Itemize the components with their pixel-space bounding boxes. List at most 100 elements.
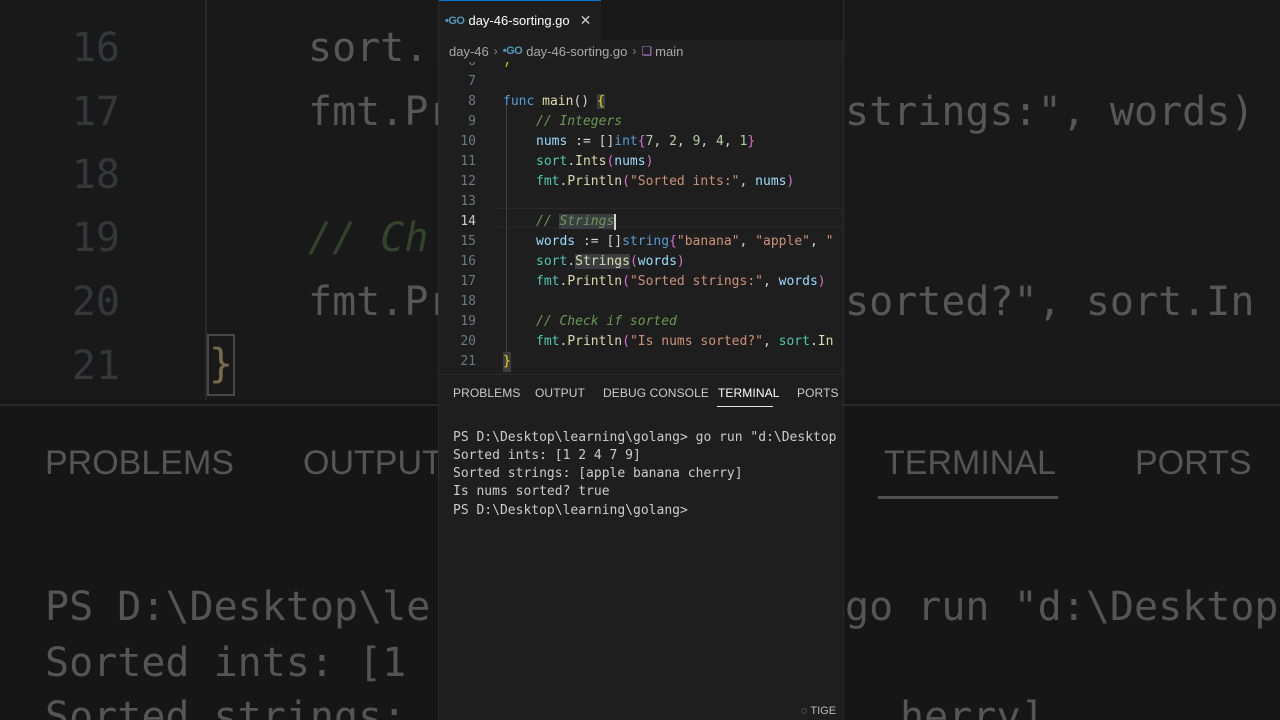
- code-line: 12 fmt.Println("Sorted ints:", nums): [439, 172, 843, 192]
- code-line: 11 sort.Ints(nums): [439, 152, 843, 172]
- tab-terminal[interactable]: TERMINAL: [718, 386, 779, 400]
- breadcrumb-folder[interactable]: day-46: [449, 44, 489, 59]
- line-number: 15: [460, 234, 476, 249]
- code-line: 9 // Integers: [439, 112, 843, 132]
- code-line: 19 // Check if sorted: [439, 312, 843, 332]
- code-line: 7: [439, 72, 843, 92]
- chevron-right-icon: ›: [632, 44, 637, 58]
- editor-tab-label: day-46-sorting.go: [468, 13, 570, 28]
- background-tab-terminal: TERMINAL: [884, 444, 1056, 482]
- background-line-text: fmt.Pr: [308, 89, 453, 135]
- code-line: 6 ): [439, 62, 843, 72]
- code-text: func main() {: [503, 94, 605, 109]
- code-line: 16 sort.Strings(words): [439, 252, 843, 272]
- background-tab-problems: PROBLEMS: [45, 444, 234, 482]
- background-terminal-line: herry]: [900, 694, 1045, 720]
- code-text: }: [503, 352, 511, 372]
- tab-debug-console[interactable]: DEBUG CONSOLE: [603, 386, 709, 400]
- code-line-active: 14 // Strings: [439, 212, 843, 232]
- background-terminal-line: PS D:\Desktop\le: [45, 584, 431, 630]
- code-text: // Integers: [536, 114, 623, 129]
- background-line-text-right: strings:", words): [845, 89, 1255, 135]
- line-number: 10: [460, 134, 476, 149]
- panel-tab-bar: PROBLEMS OUTPUT DEBUG CONSOLE TERMINAL P…: [439, 374, 843, 410]
- line-number: 16: [460, 254, 476, 269]
- code-text: fmt.Println("Sorted ints:", nums): [536, 174, 795, 189]
- code-text: nums := []int{7, 2, 9, 4, 1}: [536, 134, 756, 149]
- terminal-line: PS D:\Desktop\learning\golang> go run "d…: [453, 430, 837, 445]
- code-line: 10 nums := []int{7, 2, 9, 4, 1}: [439, 132, 843, 152]
- text-cursor: [614, 213, 617, 230]
- breadcrumb: day-46 › •GO day-46-sorting.go › ❏ main: [439, 40, 843, 62]
- code-text: fmt.Println("Sorted strings:", words): [536, 274, 826, 289]
- background-line-text: fmt.Pr: [308, 279, 453, 325]
- background-terminal-line: Sorted ints: [1: [45, 640, 407, 686]
- status-dot-icon: ◌: [801, 705, 811, 717]
- breadcrumb-file[interactable]: day-46-sorting.go: [526, 44, 627, 59]
- background-line-number: 16: [71, 25, 120, 71]
- terminal[interactable]: PS D:\Desktop\learning\golang> go run "d…: [439, 410, 843, 704]
- active-tab-underline: [717, 406, 773, 407]
- line-number: 18: [460, 294, 476, 309]
- code-text: // Strings: [536, 213, 617, 230]
- line-number: 9: [468, 114, 476, 129]
- code-line: 18: [439, 292, 843, 312]
- terminal-line: PS D:\Desktop\learning\golang>: [453, 503, 688, 518]
- background-line-number: 18: [71, 152, 120, 198]
- background-line-text-right: sorted?", sort.In: [845, 279, 1255, 325]
- cube-icon: ❏: [641, 44, 653, 58]
- breadcrumb-symbol[interactable]: main: [655, 44, 683, 59]
- background-line-number: 17: [71, 89, 120, 135]
- background-terminal-line: Sorted strings:: [45, 694, 407, 720]
- background-line-number: 19: [71, 215, 120, 261]
- line-number: 11: [460, 154, 476, 169]
- editor-tab-bar: •GO day-46-sorting.go ✕: [439, 0, 843, 40]
- go-file-icon: •GO: [445, 14, 465, 27]
- code-line: 15 words := []string{"banana", "apple", …: [439, 232, 843, 252]
- background-terminal-line: go run "d:\Desktop: [845, 584, 1279, 630]
- code-text: ): [503, 62, 511, 72]
- line-number: 19: [460, 314, 476, 329]
- code-text: fmt.Println("Is nums sorted?", sort.In: [536, 334, 834, 349]
- code-text: // Check if sorted: [536, 314, 677, 329]
- status-bar: ◌ TIGE: [439, 704, 843, 720]
- line-number: 14: [460, 214, 476, 229]
- line-number: 6: [439, 62, 476, 72]
- background-tab-underline: [878, 496, 1058, 499]
- background-brace: }: [207, 334, 235, 396]
- code-line: 20 fmt.Println("Is nums sorted?", sort.I…: [439, 332, 843, 352]
- terminal-line: Sorted ints: [1 2 4 7 9]: [453, 448, 641, 463]
- editor-tab[interactable]: •GO day-46-sorting.go ✕: [439, 0, 601, 40]
- tab-problems[interactable]: PROBLEMS: [453, 386, 521, 400]
- line-number: 13: [460, 194, 476, 209]
- vscode-window: •GO day-46-sorting.go ✕ day-46 › •GO day…: [438, 0, 844, 720]
- go-file-icon: •GO: [502, 45, 523, 57]
- background-line-text: // Ch: [308, 215, 429, 261]
- code-line: 17 fmt.Println("Sorted strings:", words): [439, 272, 843, 292]
- code-text: words := []string{"banana", "apple", ": [536, 234, 834, 249]
- line-number: 7: [468, 74, 476, 89]
- tab-ports[interactable]: PORTS: [797, 386, 839, 400]
- code-editor[interactable]: 6 ) 7 8 func main() { 9 // Integers 10 n…: [439, 62, 843, 374]
- background-line-number: 21: [71, 343, 120, 389]
- terminal-line: Sorted strings: [apple banana cherry]: [453, 466, 743, 481]
- code-line: 13: [439, 192, 843, 212]
- line-number: 8: [468, 94, 476, 109]
- background-line-text: sort.: [308, 25, 429, 71]
- code-line: 21 }: [439, 352, 843, 372]
- code-text: sort.Strings(words): [536, 254, 685, 269]
- code-line: 8 func main() {: [439, 92, 843, 112]
- line-number: 17: [460, 274, 476, 289]
- terminal-line: Is nums sorted? true: [453, 484, 610, 499]
- background-line-number: 20: [71, 279, 120, 325]
- tab-output[interactable]: OUTPUT: [535, 386, 585, 400]
- line-number: 12: [460, 174, 476, 189]
- background-tab-output: OUTPUT: [303, 444, 443, 482]
- close-icon[interactable]: ✕: [580, 12, 592, 29]
- line-number: 21: [460, 354, 476, 369]
- chevron-right-icon: ›: [493, 44, 498, 58]
- line-number: 20: [460, 334, 476, 349]
- code-text: sort.Ints(nums): [536, 154, 654, 169]
- background-tab-ports: PORTS: [1135, 444, 1252, 482]
- status-item[interactable]: ◌ TIGE: [801, 705, 836, 717]
